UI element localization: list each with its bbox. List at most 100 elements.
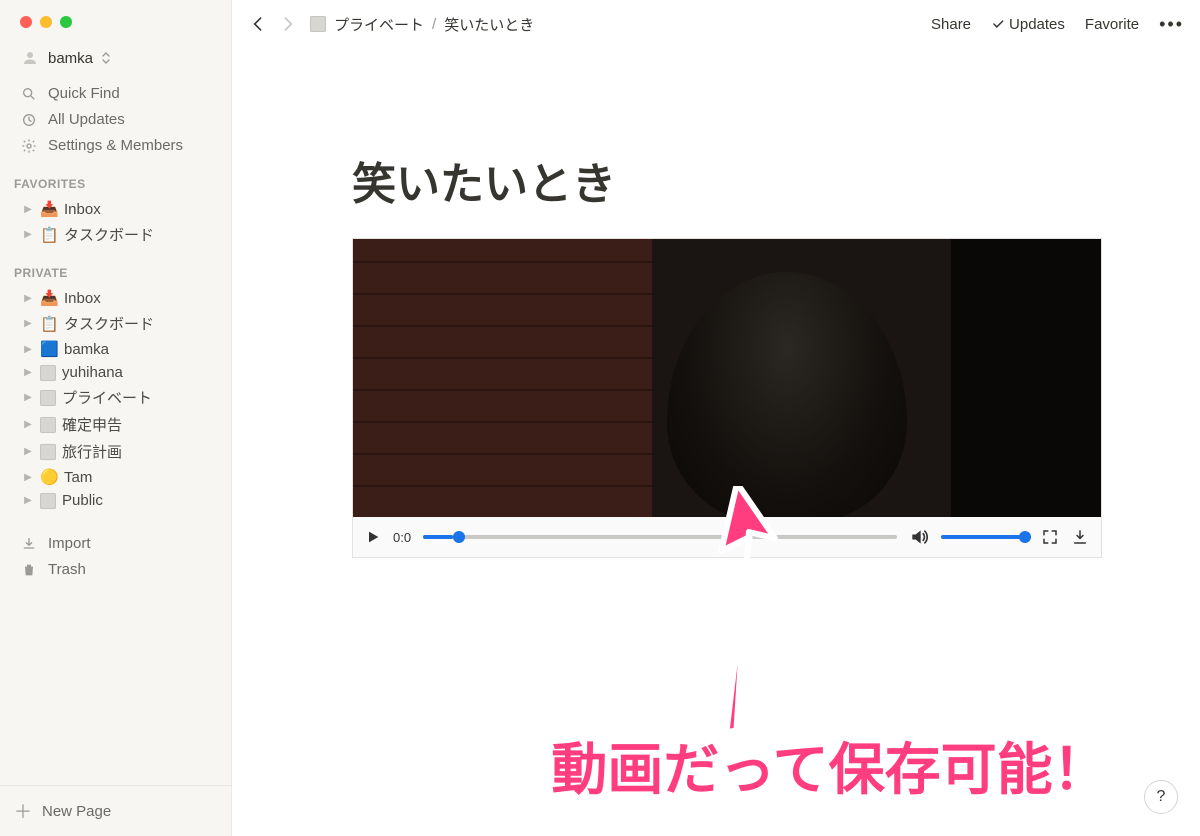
volume-handle-icon[interactable]: [1019, 531, 1031, 543]
new-page-label: New Page: [42, 803, 111, 820]
progress-handle-icon[interactable]: [453, 531, 465, 543]
disclosure-triangle-icon[interactable]: ▶: [22, 472, 34, 483]
sidebar-item-label: yuhihana: [62, 364, 123, 381]
clipboard-icon: 📋: [40, 226, 58, 244]
workspace-switcher[interactable]: bamka: [0, 44, 232, 72]
quick-find-label: Quick Find: [48, 85, 120, 102]
help-button[interactable]: ?: [1144, 780, 1178, 814]
trash-icon: [20, 562, 38, 578]
disclosure-triangle-icon[interactable]: ▶: [22, 344, 34, 355]
sidebar-item-label: Inbox: [64, 290, 101, 307]
window-minimize-button[interactable]: [40, 16, 52, 28]
settings-label: Settings & Members: [48, 137, 183, 154]
page-emoji-icon: 🟡: [40, 468, 58, 486]
breadcrumb-separator: /: [432, 16, 436, 33]
disclosure-triangle-icon[interactable]: ▶: [22, 204, 34, 215]
sidebar-item-label: 確定申告: [62, 414, 122, 435]
volume-button[interactable]: [909, 527, 929, 547]
sidebar-item-taskboard[interactable]: ▶ 📋 タスクボード: [12, 310, 220, 337]
disclosure-triangle-icon[interactable]: ▶: [22, 392, 34, 403]
import-label: Import: [48, 535, 91, 552]
search-icon: [20, 86, 38, 102]
inbox-icon: 📥: [40, 289, 58, 307]
breadcrumb-parent[interactable]: プライベート: [334, 14, 424, 35]
disclosure-triangle-icon[interactable]: ▶: [22, 495, 34, 506]
page-icon: [40, 417, 56, 433]
page-icon: [40, 390, 56, 406]
all-updates-button[interactable]: All Updates: [12, 107, 220, 132]
workspace-icon: [20, 48, 40, 68]
disclosure-triangle-icon[interactable]: ▶: [22, 446, 34, 457]
video-controls: 0:0: [353, 517, 1101, 557]
fullscreen-button[interactable]: [1041, 528, 1059, 546]
sidebar-item-label: タスクボード: [64, 313, 154, 334]
inbox-icon: 📥: [40, 200, 58, 218]
sidebar-item-yuhihana[interactable]: ▶ yuhihana: [12, 361, 220, 384]
annotation-text: 動画だって保存可能！: [551, 725, 1108, 806]
disclosure-triangle-icon[interactable]: ▶: [22, 419, 34, 430]
disclosure-triangle-icon[interactable]: ▶: [22, 367, 34, 378]
sidebar-item-bamka[interactable]: ▶ 🟦 bamka: [12, 337, 220, 361]
nav-forward-button[interactable]: [278, 14, 298, 34]
page-content: 笑いたいとき 0:0: [232, 48, 1200, 598]
main-area: プライベート / 笑いたいとき Share Updates Favorite •…: [232, 0, 1200, 836]
sidebar-item-fav-inbox[interactable]: ▶ 📥 Inbox: [12, 197, 220, 221]
trash-button[interactable]: Trash: [12, 557, 220, 582]
trash-label: Trash: [48, 561, 86, 578]
sidebar-item-fav-taskboard[interactable]: ▶ 📋 タスクボード: [12, 221, 220, 248]
settings-button[interactable]: Settings & Members: [12, 133, 220, 158]
sidebar-item-label: 旅行計画: [62, 441, 122, 462]
breadcrumb-current[interactable]: 笑いたいとき: [444, 14, 534, 35]
more-menu-button[interactable]: •••: [1159, 14, 1184, 35]
favorites-section-label: FAVORITES: [0, 159, 232, 197]
breadcrumb: プライベート / 笑いたいとき: [310, 14, 534, 35]
video-frame[interactable]: [353, 239, 1101, 517]
gear-icon: [20, 138, 38, 154]
play-button[interactable]: [365, 529, 381, 545]
sidebar-item-label: bamka: [64, 341, 109, 358]
sidebar-item-inbox[interactable]: ▶ 📥 Inbox: [12, 286, 220, 310]
favorite-button[interactable]: Favorite: [1085, 16, 1139, 33]
video-progress-bar[interactable]: [423, 535, 897, 539]
disclosure-triangle-icon[interactable]: ▶: [22, 293, 34, 304]
disclosure-triangle-icon[interactable]: ▶: [22, 229, 34, 240]
sidebar-item-label: タスクボード: [64, 224, 154, 245]
page-icon: [310, 16, 326, 32]
share-button[interactable]: Share: [931, 16, 971, 33]
sidebar-item-public[interactable]: ▶ Public: [12, 489, 220, 512]
nav-back-button[interactable]: [248, 14, 268, 34]
private-section-label: PRIVATE: [0, 248, 232, 286]
clock-icon: [20, 112, 38, 128]
video-block: 0:0: [352, 238, 1102, 558]
page-icon: [40, 365, 56, 381]
sidebar: bamka Quick Find All Updates Settings & …: [0, 0, 232, 836]
sidebar-item-tam[interactable]: ▶ 🟡 Tam: [12, 465, 220, 489]
help-label: ?: [1157, 788, 1166, 806]
check-icon: [991, 17, 1005, 31]
download-icon: [20, 536, 38, 552]
import-button[interactable]: Import: [12, 531, 220, 556]
plus-icon: ＋: [14, 798, 32, 824]
volume-slider[interactable]: [941, 535, 1029, 539]
sidebar-item-label: プライベート: [62, 387, 152, 408]
workspace-name: bamka: [48, 50, 93, 67]
sidebar-item-label: Inbox: [64, 201, 101, 218]
download-button[interactable]: [1071, 528, 1089, 546]
chevron-updown-icon: [101, 52, 111, 64]
quick-find-button[interactable]: Quick Find: [12, 81, 220, 106]
clipboard-icon: 📋: [40, 315, 58, 333]
window-close-button[interactable]: [20, 16, 32, 28]
window-controls: [0, 0, 232, 40]
sidebar-item-travel[interactable]: ▶ 旅行計画: [12, 438, 220, 465]
updates-button[interactable]: Updates: [991, 16, 1065, 33]
new-page-button[interactable]: ＋ New Page: [0, 785, 232, 836]
page-icon: [40, 444, 56, 460]
disclosure-triangle-icon[interactable]: ▶: [22, 318, 34, 329]
sidebar-item-private[interactable]: ▶ プライベート: [12, 384, 220, 411]
page-title[interactable]: 笑いたいとき: [352, 148, 1140, 212]
annotation-overlay: 動画だって保存可能！: [460, 725, 1200, 806]
window-zoom-button[interactable]: [60, 16, 72, 28]
topbar: プライベート / 笑いたいとき Share Updates Favorite •…: [232, 0, 1200, 48]
page-icon: [40, 493, 56, 509]
sidebar-item-tax[interactable]: ▶ 確定申告: [12, 411, 220, 438]
